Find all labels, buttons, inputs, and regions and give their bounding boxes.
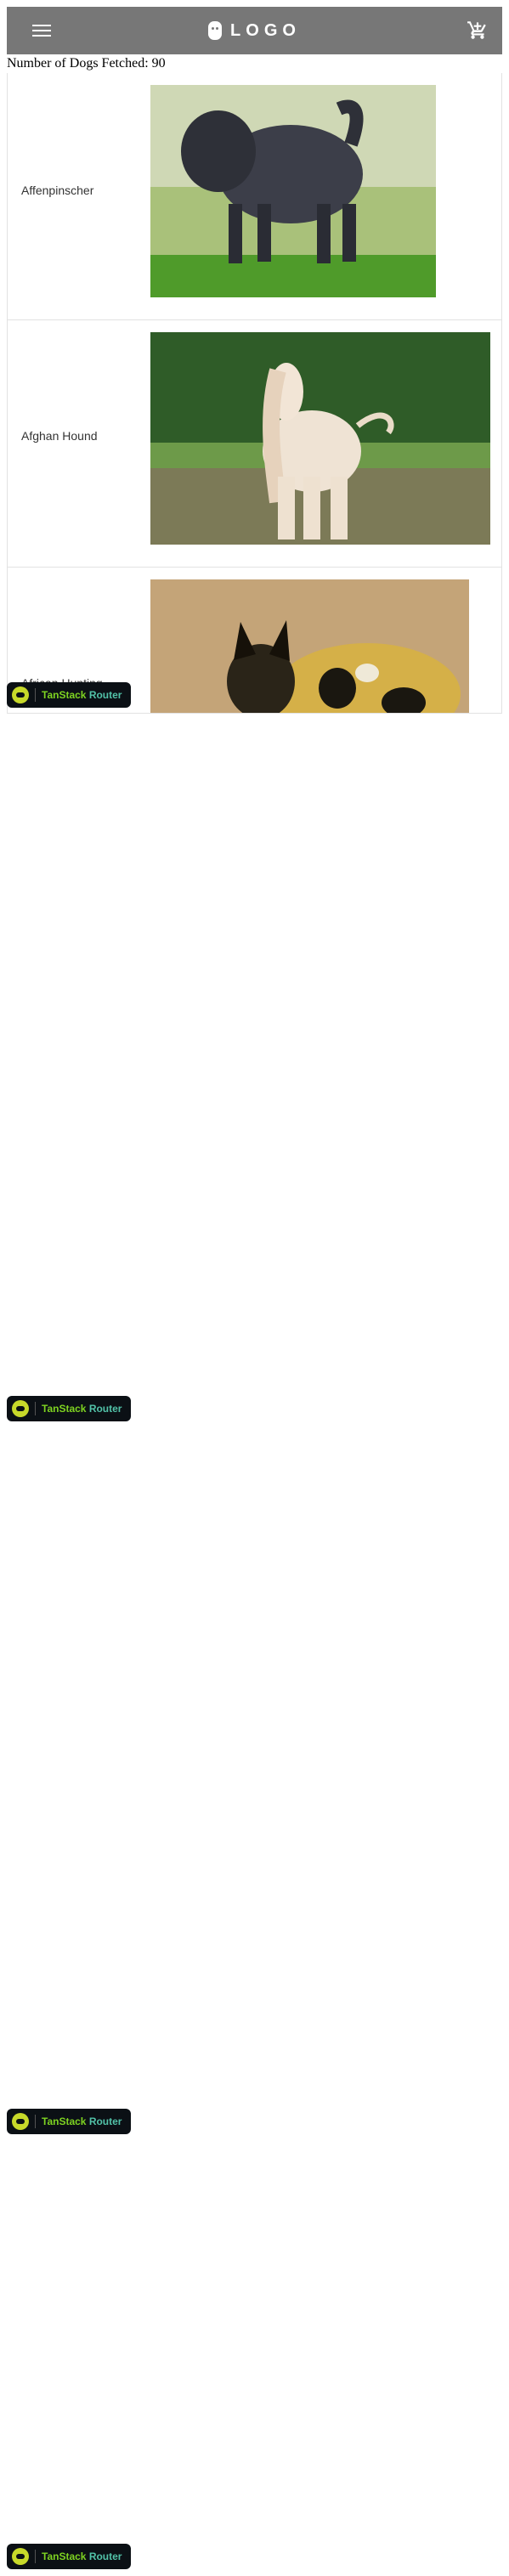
dog-name: Affenpinscher <box>21 184 94 197</box>
devtools-label: TanStack Router <box>42 1403 122 1415</box>
tanstack-logo-icon <box>12 2113 29 2130</box>
devtools-label: TanStack Router <box>42 2551 122 2562</box>
divider <box>35 2550 36 2563</box>
dog-list[interactable]: Affenpinscher Afghan Hound <box>7 73 502 714</box>
dogs-fetched-count: Number of Dogs Fetched: 90 <box>7 56 166 71</box>
dog-row[interactable]: Afghan Hound <box>8 320 501 568</box>
tanstack-logo-icon <box>12 1400 29 1417</box>
logo[interactable]: LOGO <box>208 21 301 41</box>
tanstack-logo-icon <box>12 686 29 703</box>
dog-image <box>150 332 490 545</box>
dog-image <box>150 85 436 297</box>
divider <box>35 688 36 702</box>
menu-icon[interactable] <box>32 21 51 40</box>
devtools-label-router: Router <box>88 2116 122 2127</box>
devtools-label-tanstack: TanStack <box>42 1403 87 1415</box>
tanstack-router-devtools-button[interactable]: TanStack Router <box>7 2544 131 2569</box>
dog-name: Afghan Hound <box>21 429 98 443</box>
dog-row[interactable]: Affenpinscher <box>8 73 501 320</box>
tanstack-logo-icon <box>12 2548 29 2565</box>
tanstack-router-devtools-button[interactable]: TanStack Router <box>7 1396 131 1421</box>
cart-icon[interactable] <box>467 19 489 41</box>
logo-mark-icon <box>208 21 223 40</box>
logo-text: LOGO <box>230 20 301 40</box>
tanstack-router-devtools-button[interactable]: TanStack Router <box>7 682 131 708</box>
top-app-bar: LOGO <box>7 7 502 54</box>
devtools-label-router: Router <box>88 2551 122 2562</box>
devtools-label-tanstack: TanStack <box>42 689 87 701</box>
devtools-label-router: Router <box>88 689 122 701</box>
dog-image <box>150 579 469 713</box>
devtools-label-router: Router <box>88 1403 122 1415</box>
divider <box>35 1402 36 1415</box>
devtools-label: TanStack Router <box>42 2116 122 2127</box>
divider <box>35 2115 36 2128</box>
tanstack-router-devtools-button[interactable]: TanStack Router <box>7 2109 131 2134</box>
devtools-label: TanStack Router <box>42 689 122 701</box>
devtools-label-tanstack: TanStack <box>42 2116 87 2127</box>
devtools-label-tanstack: TanStack <box>42 2551 87 2562</box>
